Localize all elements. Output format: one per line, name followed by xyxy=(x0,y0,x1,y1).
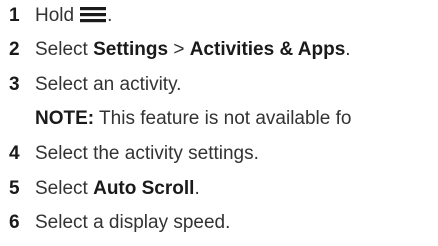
step-text: Hold. xyxy=(35,1,112,31)
step-text-part: . xyxy=(194,178,200,199)
step-number: 4 xyxy=(9,143,20,164)
step-text-part: Select xyxy=(35,39,94,60)
step-text: Select a display speed. xyxy=(35,212,231,233)
step-text: Select an activity. xyxy=(35,74,182,95)
step-number: 5 xyxy=(9,178,20,199)
menu-icon xyxy=(79,5,107,23)
step-text-part: Hold xyxy=(35,5,75,26)
step-text: Select the activity settings. xyxy=(35,143,259,164)
instruction-steps: 1 Hold. 2 Select Settings > Activities &… xyxy=(0,0,438,246)
step-text-part: . xyxy=(345,39,351,60)
menu-path-settings: Settings xyxy=(93,39,169,60)
menu-item-auto-scroll: Auto Scroll xyxy=(93,178,195,199)
step-text: Select Auto Scroll. xyxy=(35,174,200,204)
menu-path-activities-apps: Activities & Apps xyxy=(189,39,346,60)
step-number: 2 xyxy=(9,39,20,60)
step-number: 1 xyxy=(9,5,20,26)
step-number: 3 xyxy=(9,74,20,95)
note-text: NOTE: This feature is not available fo xyxy=(35,104,351,134)
step-text: Select Settings > Activities & Apps. xyxy=(35,35,351,65)
step-text-part: > xyxy=(168,39,190,60)
note-label: NOTE: xyxy=(35,108,95,129)
note-body: This feature is not available fo xyxy=(94,108,352,129)
step-text-part: . xyxy=(107,5,113,26)
step-text-part: Select xyxy=(35,178,94,199)
step-number: 6 xyxy=(9,212,20,233)
